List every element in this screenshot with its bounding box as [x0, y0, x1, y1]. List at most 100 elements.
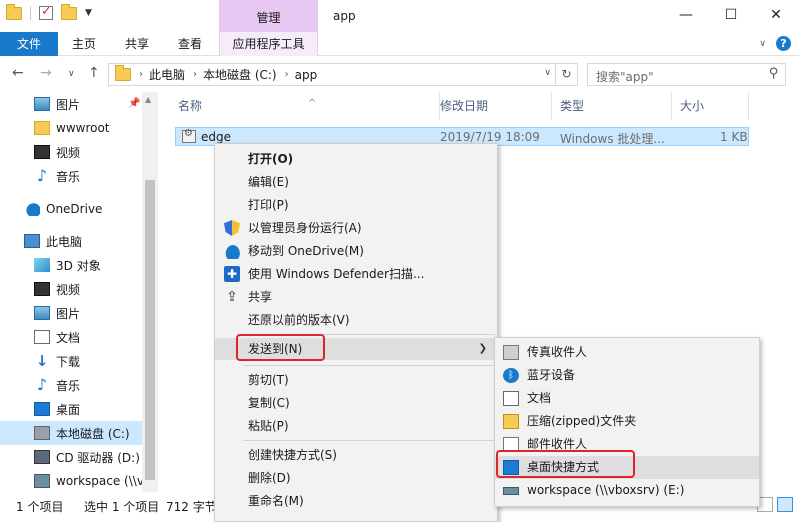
menu-item-paste[interactable]: 粘贴(P) — [215, 415, 497, 437]
menu-item-copy[interactable]: 复制(C) — [215, 392, 497, 414]
menu-item-print[interactable]: 打印(P) — [215, 194, 497, 216]
breadcrumb-separator-icon[interactable]: › — [193, 69, 197, 80]
menu-item-defender-scan[interactable]: 使用 Windows Defender扫描... — [215, 263, 497, 285]
minimize-button[interactable]: — — [663, 4, 709, 26]
network-drive-icon — [503, 487, 519, 495]
customize-toolbar-icon[interactable]: ▼ — [85, 8, 92, 18]
menu-item-delete[interactable]: 删除(D) — [215, 467, 497, 489]
tab-view[interactable]: 查看 — [168, 32, 212, 56]
send-to-documents[interactable]: 文档 — [495, 387, 759, 410]
pin-icon[interactable]: 📌 — [128, 98, 140, 109]
address-dropdown-icon[interactable]: ∨ — [544, 68, 551, 78]
pictures-icon — [34, 306, 50, 320]
item-count: 1 个项目 — [16, 500, 64, 514]
tab-app-tools[interactable]: 应用程序工具 — [219, 32, 318, 56]
tab-home[interactable]: 主页 — [62, 32, 106, 56]
close-button[interactable]: ✕ — [753, 4, 799, 26]
file-name: edge — [201, 130, 231, 144]
nav-item-wwwroot[interactable]: wwwroot — [0, 116, 142, 140]
nav-item-onedrive[interactable]: OneDrive — [0, 197, 142, 221]
nav-item-music[interactable]: ♪ 音乐 — [0, 373, 142, 397]
nav-item-videos[interactable]: 视频 — [0, 277, 142, 301]
nav-item-local-disk[interactable]: 本地磁盘 (C:) — [0, 421, 142, 445]
up-arrow-icon[interactable]: ↑ — [88, 65, 100, 81]
quick-access-toolbar: ▼ — [6, 3, 92, 20]
breadcrumb-separator-icon[interactable]: › — [285, 69, 289, 80]
column-header-name[interactable]: 名称 ^ — [170, 92, 440, 120]
send-to-fax[interactable]: 传真收件人 — [495, 341, 759, 364]
nav-scrollbar[interactable]: ▲ — [142, 92, 158, 492]
search-input[interactable]: 搜索"app" ⚲ — [587, 63, 786, 86]
tab-share[interactable]: 共享 — [115, 32, 159, 56]
forward-arrow-icon[interactable]: → — [40, 65, 52, 81]
send-to-zip[interactable]: 压缩(zipped)文件夹 — [495, 410, 759, 433]
menu-item-run-as-admin[interactable]: 以管理员身份运行(A) — [215, 217, 497, 239]
video-icon — [34, 145, 50, 159]
menu-item-open[interactable]: 打开(O) — [215, 148, 497, 170]
breadcrumb-this-pc[interactable]: 此电脑 — [149, 66, 185, 83]
breadcrumb-local-disk[interactable]: 本地磁盘 (C:) — [203, 66, 277, 83]
nav-item-music[interactable]: ♪ 音乐 — [0, 164, 142, 188]
column-header-size[interactable]: 大小 — [672, 92, 749, 120]
nav-item-3d-objects[interactable]: 3D 对象 — [0, 253, 142, 277]
send-to-workspace[interactable]: workspace (\\vboxsrv) (E:) — [495, 479, 759, 502]
file-date: 2019/7/19 18:09 — [440, 130, 540, 144]
zip-folder-icon — [503, 414, 519, 429]
menu-item-move-to-onedrive[interactable]: 移动到 OneDrive(M) — [215, 240, 497, 262]
menu-item-label: 移动到 OneDrive(M) — [248, 244, 364, 258]
nav-item-documents[interactable]: 文档 — [0, 325, 142, 349]
recent-locations-icon[interactable]: ∨ — [68, 69, 75, 79]
menu-item-label: 使用 Windows Defender扫描... — [248, 267, 425, 281]
drive-icon — [34, 426, 50, 440]
column-header-date[interactable]: 修改日期 — [432, 92, 552, 120]
nav-item-videos[interactable]: 视频 — [0, 140, 142, 164]
nav-item-desktop[interactable]: 桌面 — [0, 397, 142, 421]
menu-separator — [243, 365, 495, 366]
column-header-label: 名称 — [178, 99, 203, 113]
scrollbar-thumb[interactable] — [145, 180, 155, 480]
ribbon-controls: ∨ ? — [759, 36, 791, 51]
menu-item-label: 邮件收件人 — [527, 437, 588, 451]
help-icon[interactable]: ? — [776, 36, 791, 51]
fax-icon — [503, 345, 519, 360]
network-drive-icon — [34, 474, 50, 488]
menu-item-cut[interactable]: 剪切(T) — [215, 369, 497, 391]
address-bar[interactable]: › 此电脑 › 本地磁盘 (C:) › app ∨ — [108, 63, 556, 86]
context-tab-header: 管理 — [219, 0, 318, 32]
menu-item-create-shortcut[interactable]: 创建快捷方式(S) — [215, 444, 497, 466]
tab-file[interactable]: 文件 — [0, 32, 58, 56]
scroll-up-icon[interactable]: ▲ — [145, 95, 151, 104]
menu-item-share[interactable]: ⇪ 共享 — [215, 286, 497, 308]
menu-item-label: 共享 — [248, 290, 273, 304]
menu-item-edit[interactable]: 编辑(E) — [215, 171, 497, 193]
onedrive-icon — [24, 202, 40, 216]
nav-item-this-pc[interactable]: 此电脑 — [0, 229, 142, 253]
nav-item-label: 本地磁盘 (C:) — [56, 426, 130, 441]
expand-ribbon-icon[interactable]: ∨ — [759, 39, 766, 49]
music-icon: ♪ — [36, 166, 48, 185]
properties-icon[interactable] — [39, 4, 53, 20]
nav-item-workspace[interactable]: workspace (\\v — [0, 469, 142, 493]
nav-item-pictures[interactable]: 图片 — [0, 301, 142, 325]
documents-icon — [503, 391, 519, 406]
folder-icon — [6, 3, 22, 20]
nav-item-label: 音乐 — [56, 378, 81, 393]
refresh-button[interactable]: ↻ — [556, 63, 578, 86]
nav-item-pictures[interactable]: 图片 — [0, 92, 142, 116]
nav-item-cd-drive[interactable]: CD 驱动器 (D:) V — [0, 445, 142, 469]
nav-item-label: 视频 — [56, 145, 81, 160]
nav-item-downloads[interactable]: ↓ 下载 — [0, 349, 142, 373]
nav-item-label: 此电脑 — [46, 234, 83, 249]
pictures-icon — [34, 97, 50, 111]
column-header-type[interactable]: 类型 — [552, 92, 672, 120]
new-folder-icon[interactable] — [61, 3, 77, 20]
back-arrow-icon[interactable]: ← — [12, 65, 24, 81]
send-to-bluetooth[interactable]: ᛒ 蓝牙设备 — [495, 364, 759, 387]
menu-item-rename[interactable]: 重命名(M) — [215, 490, 497, 512]
large-icons-view-icon[interactable] — [777, 497, 793, 512]
breadcrumb-separator-icon[interactable]: › — [139, 69, 143, 80]
maximize-button[interactable]: ☐ — [708, 4, 754, 26]
menu-item-restore-versions[interactable]: 还原以前的版本(V) — [215, 309, 497, 331]
nav-item-label: CD 驱动器 (D:) V — [56, 450, 142, 465]
breadcrumb-app[interactable]: app — [295, 68, 318, 82]
